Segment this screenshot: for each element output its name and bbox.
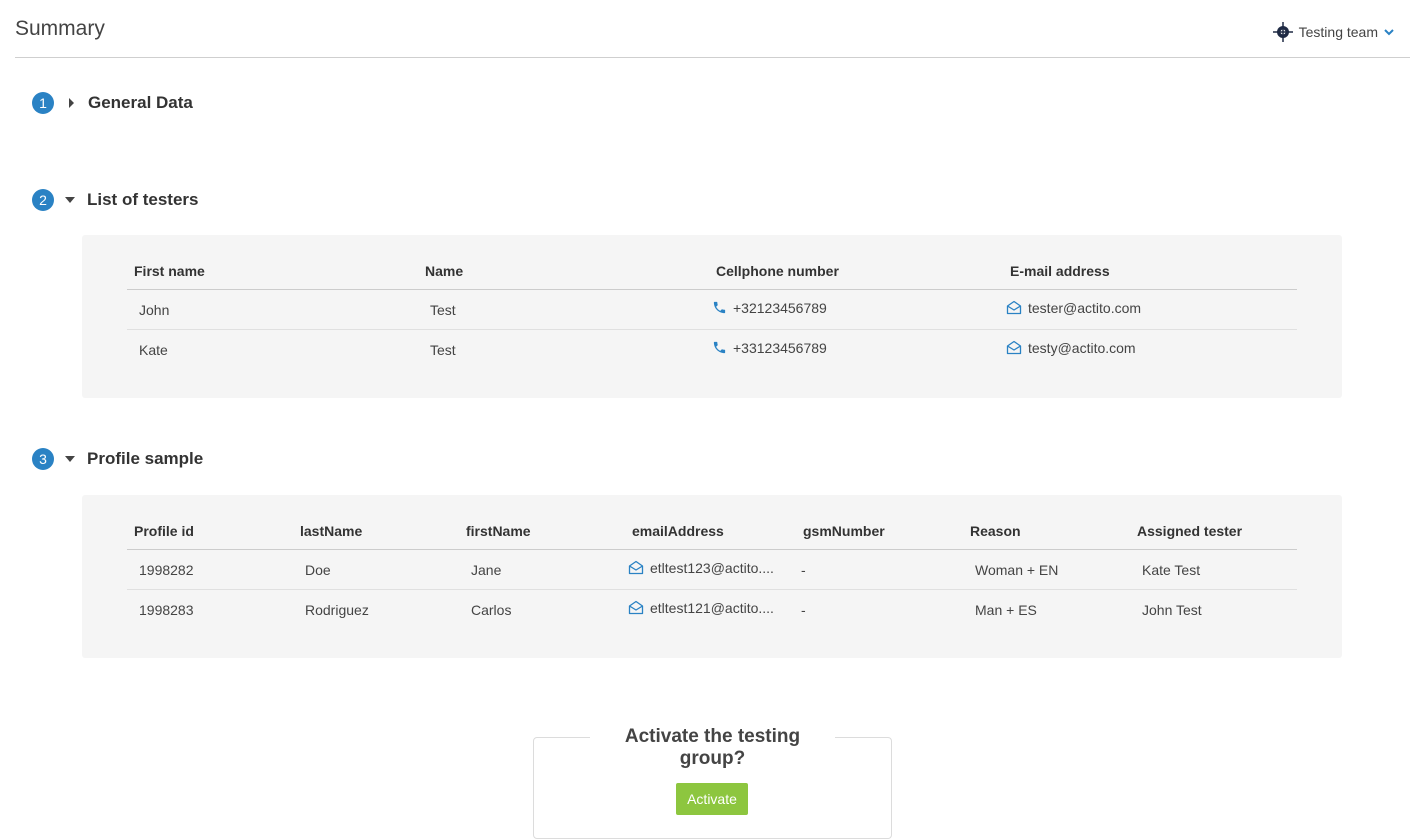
tester-email[interactable]: testy@actito.com (1028, 340, 1136, 356)
step-title[interactable]: List of testers (87, 190, 198, 210)
envelope-icon (1006, 340, 1022, 358)
profile-email-cell: etltest121@actito.... (625, 590, 796, 630)
caret-down-icon (65, 456, 75, 462)
chevron-down-icon (1384, 29, 1394, 36)
profile-reason: Woman + EN (963, 549, 1130, 590)
profile-id: 1998282 (127, 549, 293, 590)
column-header: Name (418, 253, 709, 290)
tester-email-cell: testy@actito.com (1003, 330, 1297, 370)
table-row: Kate Test +33123456789 testy@actito.com (127, 330, 1297, 370)
profile-email-cell: etltest123@actito.... (625, 549, 796, 590)
envelope-icon (628, 600, 644, 618)
envelope-icon (1006, 300, 1022, 318)
tester-phone: +33123456789 (733, 340, 827, 357)
profile-last-name: Rodriguez (305, 601, 369, 618)
step-number: 2 (32, 189, 54, 211)
profile-reason: Man + ES (975, 601, 1037, 618)
tester-email-cell: tester@actito.com (1003, 289, 1297, 330)
profile-gsm: - (801, 601, 806, 618)
column-header: emailAddress (625, 513, 796, 550)
column-header: E-mail address (1003, 253, 1297, 290)
column-header: gsmNumber (796, 513, 963, 550)
step-number: 1 (32, 92, 54, 114)
profile-assigned-tester: Kate Test (1130, 549, 1297, 590)
profiles-table: Profile id lastName firstName emailAddre… (127, 513, 1297, 629)
page-title: Summary (15, 17, 105, 40)
team-label: Testing team (1298, 24, 1378, 40)
tester-first-name: Kate (139, 341, 168, 358)
tester-name: Test (430, 341, 456, 358)
profile-first-name: Jane (459, 549, 625, 590)
column-header: Cellphone number (709, 253, 1003, 290)
tester-phone-cell: +33123456789 (709, 330, 1003, 370)
tester-email[interactable]: tester@actito.com (1028, 300, 1141, 316)
column-header: Reason (963, 513, 1130, 550)
tester-phone: +32123456789 (733, 300, 827, 317)
column-header: First name (127, 253, 418, 290)
tester-name: Test (418, 289, 709, 330)
caret-right-icon (69, 98, 74, 108)
phone-icon (712, 300, 727, 318)
table-row: 1998282 Doe Jane etltest123@actito.... -… (127, 549, 1297, 590)
step-general-data[interactable]: 1 General Data (32, 92, 193, 114)
profile-id: 1998283 (139, 601, 194, 618)
caret-down-icon (65, 197, 75, 203)
step-profile-sample[interactable]: 3 Profile sample (32, 448, 203, 470)
profile-first-name: Carlos (471, 601, 512, 618)
column-header: Assigned tester (1130, 513, 1297, 550)
envelope-icon (628, 560, 644, 578)
profile-last-name: Doe (293, 549, 459, 590)
phone-icon (712, 340, 727, 358)
activate-question: Activate the testing group? (590, 726, 835, 770)
step-title[interactable]: Profile sample (87, 449, 203, 469)
testers-panel: First name Name Cellphone number E-mail … (82, 235, 1342, 398)
page-header: Summary Testing team (15, 0, 1410, 58)
step-title[interactable]: General Data (88, 93, 193, 113)
column-header: lastName (293, 513, 459, 550)
team-selector[interactable]: Testing team (1272, 22, 1400, 42)
step-number: 3 (32, 448, 54, 470)
tester-phone-cell: +32123456789 (709, 289, 1003, 330)
column-header: firstName (459, 513, 625, 550)
tester-first-name: John (127, 289, 418, 330)
column-header: Profile id (127, 513, 293, 550)
profiles-panel: Profile id lastName firstName emailAddre… (82, 495, 1342, 658)
profile-email[interactable]: etltest123@actito.... (650, 560, 774, 576)
table-row: John Test +32123456789 tester@actito.com (127, 289, 1297, 330)
step-list-of-testers[interactable]: 2 List of testers (32, 189, 198, 211)
profile-gsm: - (796, 549, 963, 590)
crosshair-icon (1272, 22, 1293, 42)
profile-email[interactable]: etltest121@actito.... (650, 600, 774, 616)
activate-button[interactable]: Activate (676, 783, 748, 815)
profile-assigned-tester: John Test (1142, 601, 1202, 618)
testers-table: First name Name Cellphone number E-mail … (127, 253, 1297, 369)
table-row: 1998283 Rodriguez Carlos etltest121@acti… (127, 590, 1297, 630)
